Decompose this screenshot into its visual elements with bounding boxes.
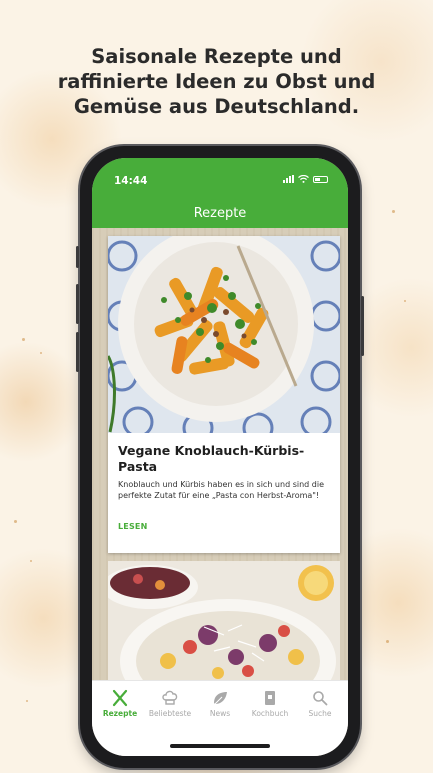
phone-side-button [361, 296, 364, 356]
paint-speck [386, 640, 389, 643]
fork-knife-icon [112, 689, 128, 707]
phone-side-button [76, 246, 79, 268]
paint-speck [392, 210, 395, 213]
recipe-feed[interactable]: Vegane Knoblauch-Kürbis-Pasta Knoblauch … [92, 228, 348, 680]
book-icon [265, 691, 275, 705]
tab-label: Suche [308, 709, 332, 718]
recipe-image[interactable] [108, 561, 340, 680]
page-title: Rezepte [193, 206, 247, 221]
headline-line: raffinierte Ideen zu Obst und [57, 70, 376, 93]
leaf-icon [213, 692, 227, 706]
battery-icon [313, 175, 328, 183]
recipe-description: Knoblauch und Kürbis haben es in sich un… [118, 480, 324, 500]
headline-line: Gemüse aus Deutschland. [73, 95, 360, 118]
recipe-title[interactable]: Vegane Knoblauch-Kürbis-Pasta [118, 443, 330, 475]
search-icon [313, 691, 328, 706]
tab-label: Beliebteste [148, 709, 192, 718]
recipe-image[interactable] [108, 236, 340, 433]
app-header: 14:44 Rezepte [92, 158, 348, 228]
paint-speck [22, 338, 25, 341]
paint-speck [14, 520, 17, 523]
tab-label: News [209, 709, 231, 718]
paint-speck [30, 560, 32, 562]
phone-side-button [76, 284, 79, 324]
tab-label: Rezepte [102, 709, 138, 718]
recipe-card[interactable] [108, 561, 340, 680]
tab-news[interactable]: News [194, 689, 246, 718]
tab-kochbuch[interactable]: Kochbuch [244, 689, 296, 718]
phone-screen: 14:44 Rezepte Vegane Knoblauch-Kürbis-Pa… [92, 158, 348, 756]
tab-rezepte[interactable]: Rezepte [94, 689, 146, 718]
chef-hat-icon [162, 690, 178, 705]
signal-icon [283, 175, 294, 183]
read-more-link[interactable]: LESEN [118, 522, 147, 531]
paint-speck [26, 700, 28, 702]
tab-suche[interactable]: Suche [294, 689, 346, 718]
recipe-card-body: Vegane Knoblauch-Kürbis-Pasta Knoblauch … [108, 433, 340, 553]
paint-speck [404, 300, 406, 302]
paint-speck [40, 352, 42, 354]
recipe-card[interactable]: Vegane Knoblauch-Kürbis-Pasta Knoblauch … [108, 236, 340, 553]
phone-frame: 14:44 Rezepte Vegane Knoblauch-Kürbis-Pa… [76, 146, 364, 768]
home-indicator[interactable] [170, 744, 270, 748]
headline-line: Saisonale Rezepte und [91, 45, 342, 68]
tab-label: Kochbuch [251, 709, 289, 718]
phone-side-button [76, 332, 79, 372]
wifi-icon [298, 175, 309, 183]
status-time: 14:44 [114, 175, 148, 187]
promo-headline: Saisonale Rezepte und raffinierte Ideen … [20, 44, 413, 119]
status-icons [283, 175, 328, 183]
tab-beliebteste[interactable]: Beliebteste [144, 689, 196, 718]
